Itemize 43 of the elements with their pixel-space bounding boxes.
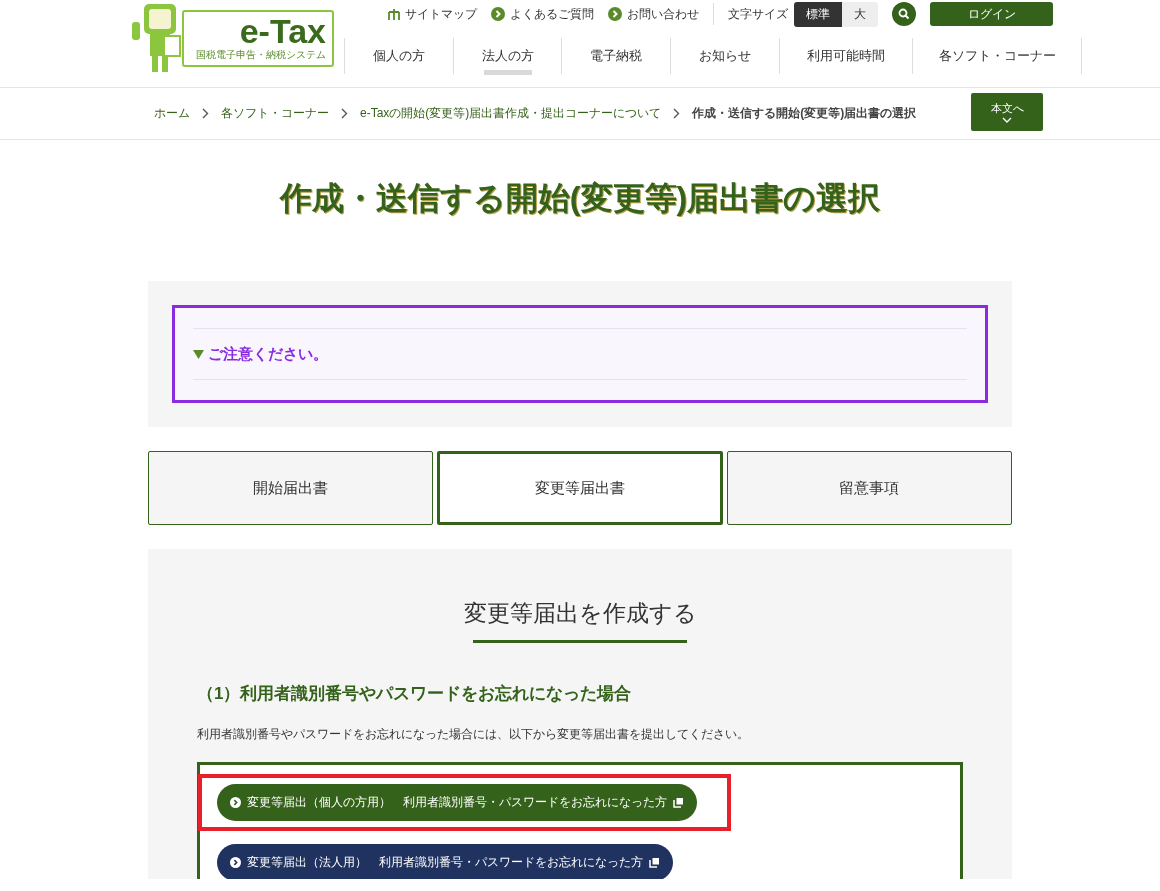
content-tab[interactable]: 留意事項 [726,451,1012,525]
nav-tab[interactable]: 利用可能時間 [779,38,912,74]
instruction-text: 利用者識別番号やパスワードをお忘れになった場合には、以下から変更等届出書を提出してください。 [197,726,750,742]
new-window-icon [649,857,660,868]
subsection-heading: （1）利用者識別番号やパスワードをお忘れになった場合 [197,683,633,705]
page-title: 作成・送信する開始(変更等)届出書の選択 [278,179,882,218]
search-icon [898,8,910,20]
font-size-option[interactable]: 大 [842,1,878,27]
login-button[interactable]: ログイン [930,2,1053,26]
nav-tab[interactable]: 電子納税 [561,38,670,74]
chevron-icon [673,108,681,119]
utility-link[interactable]: よくあるご質問 [491,5,594,23]
nav-tab[interactable]: お知らせ [670,38,779,74]
breadcrumb-link[interactable]: e-Taxの開始(変更等)届出書作成・提出コーナーについて [360,105,662,122]
breadcrumb-link[interactable]: ホーム [154,105,190,122]
chevron-icon [230,857,241,868]
sitemap-icon [388,8,400,20]
form-link[interactable]: 変更等届出（法人用） 利用者識別番号・パスワードをお忘れになった方 [217,844,673,879]
chevron-down-icon [1002,116,1012,123]
search-button[interactable] [892,2,916,26]
nav-tab[interactable]: 法人の方 [453,38,561,74]
font-size-label: 文字サイズ [728,5,788,23]
chevron-icon [230,797,241,808]
chevron-icon [202,108,209,119]
content-tab[interactable]: 開始届出書 [148,451,434,525]
nav-tab[interactable]: 各ソフト・コーナー [912,38,1082,74]
skip-to-content-button[interactable]: 本文へ [971,92,1043,131]
logo-tagline: 国税電子申告・納税システム [196,47,326,62]
content-tab[interactable]: 変更等届出書 [437,451,723,525]
chevron-icon [608,7,622,21]
breadcrumb-current: 作成・送信する開始(変更等)届出書の選択 [692,105,917,122]
font-size-option[interactable]: 標準 [794,1,842,27]
chevron-icon [491,7,505,21]
utility-link[interactable]: サイトマップ [388,5,477,23]
new-window-icon [673,797,684,808]
breadcrumb-link[interactable]: 各ソフト・コーナー [221,105,329,122]
nav-tab[interactable]: 個人の方 [344,38,453,74]
notice-toggle[interactable]: ご注意ください。 [193,344,328,364]
chevron-icon [341,108,348,119]
utility-link[interactable]: お問い合わせ [608,5,699,23]
section-heading: 変更等届出を作成する [463,599,697,628]
form-link[interactable]: 変更等届出（個人の方用） 利用者識別番号・パスワードをお忘れになった方 [217,784,697,821]
logo-wordmark: e-Tax [239,13,326,48]
